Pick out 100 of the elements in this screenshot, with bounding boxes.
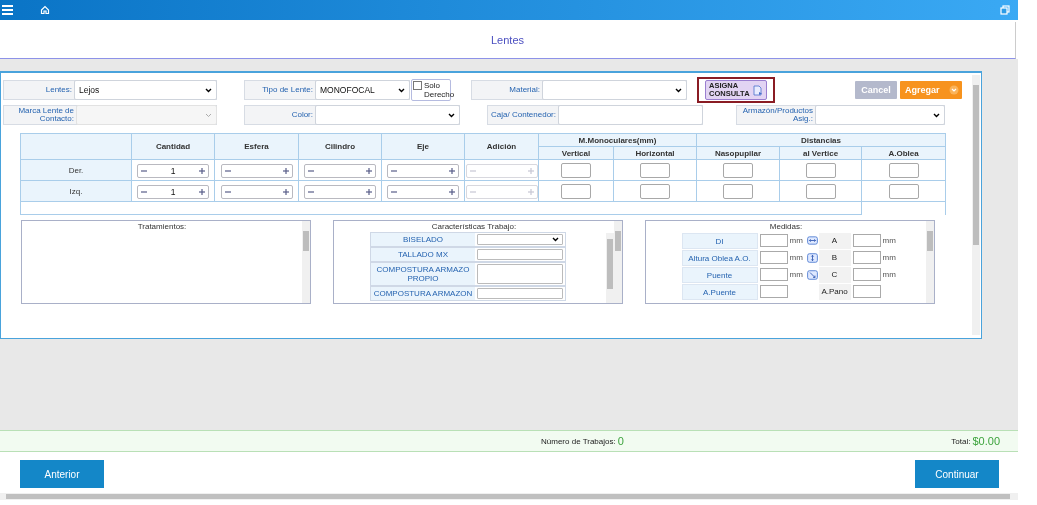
panel-title: Tratamientos: bbox=[137, 221, 187, 232]
select-field[interactable]: Lejos bbox=[74, 80, 217, 100]
input-field[interactable] bbox=[852, 285, 881, 298]
field-label: Armazón/Productos Asig.: bbox=[741, 106, 814, 124]
unit-label: mm bbox=[882, 270, 896, 279]
number-stepper[interactable]: 1 bbox=[137, 184, 209, 199]
column-group-header: M.Monoculares(mm) bbox=[538, 133, 697, 147]
plus-icon[interactable] bbox=[449, 188, 455, 195]
chevron-down-icon bbox=[205, 112, 212, 118]
plus-icon[interactable] bbox=[366, 188, 372, 195]
unit-label: mm bbox=[789, 253, 803, 262]
minus-icon[interactable] bbox=[391, 167, 397, 174]
input-field[interactable] bbox=[723, 184, 753, 200]
minus-icon[interactable] bbox=[308, 188, 314, 195]
unit-label: mm bbox=[789, 236, 803, 245]
scrollbar[interactable] bbox=[606, 233, 614, 303]
number-stepper[interactable] bbox=[304, 184, 376, 199]
vertical-arrows-icon bbox=[806, 252, 818, 263]
number-stepper[interactable] bbox=[220, 184, 293, 199]
select-field[interactable] bbox=[542, 80, 687, 100]
row-label: B bbox=[818, 249, 851, 266]
input-field[interactable] bbox=[640, 163, 670, 179]
row-label: BISELADO bbox=[371, 233, 475, 246]
chevron-down-icon bbox=[552, 237, 559, 242]
input-field[interactable] bbox=[852, 234, 881, 247]
minus-icon[interactable] bbox=[224, 188, 231, 195]
scrollbar[interactable] bbox=[972, 75, 980, 335]
input-field[interactable] bbox=[759, 234, 788, 247]
column-header: Adición bbox=[464, 133, 539, 160]
minus-icon[interactable] bbox=[308, 167, 314, 174]
jobs-count: 0 bbox=[617, 435, 624, 447]
plus-icon[interactable] bbox=[282, 167, 289, 174]
scrollbar[interactable] bbox=[302, 221, 310, 303]
caret-icon bbox=[949, 85, 959, 95]
horizontal-arrows-icon bbox=[806, 236, 818, 245]
select-field[interactable] bbox=[477, 234, 563, 245]
row-label: A bbox=[818, 232, 851, 249]
input-field[interactable] bbox=[561, 163, 591, 179]
row-label: COMPOSTURA ARMAZO PROPIO bbox=[371, 263, 475, 285]
input-field[interactable] bbox=[759, 251, 788, 264]
column-group-header: Distancias bbox=[696, 133, 946, 147]
home-icon[interactable] bbox=[40, 5, 50, 15]
field-label: Color: bbox=[290, 108, 314, 121]
plus-icon[interactable] bbox=[449, 167, 455, 174]
page-title: Lentes bbox=[491, 34, 524, 46]
row-label: C bbox=[818, 266, 851, 283]
number-stepper[interactable]: 1 bbox=[137, 163, 209, 178]
diagonal-arrow-icon bbox=[806, 269, 818, 280]
total-amount: $0.00 bbox=[972, 435, 1000, 447]
number-stepper[interactable] bbox=[304, 163, 376, 178]
input-field[interactable] bbox=[759, 285, 788, 298]
input-field[interactable] bbox=[723, 163, 753, 179]
nav-button[interactable]: Continuar bbox=[915, 460, 999, 488]
nav-button[interactable]: Anterior bbox=[20, 460, 104, 488]
input-field[interactable] bbox=[561, 184, 591, 200]
scrollbar[interactable] bbox=[926, 221, 934, 303]
minus-icon[interactable] bbox=[141, 188, 147, 195]
chevron-down-icon bbox=[675, 87, 682, 93]
unit-label: mm bbox=[882, 253, 896, 262]
input-field[interactable] bbox=[852, 268, 881, 281]
minus-icon[interactable] bbox=[224, 167, 231, 174]
input-field[interactable] bbox=[477, 249, 563, 260]
input-field[interactable] bbox=[759, 268, 788, 281]
row-label: Puente bbox=[681, 266, 758, 283]
scrollbar[interactable] bbox=[0, 493, 1018, 500]
chevron-down-icon bbox=[448, 112, 455, 118]
input-field[interactable] bbox=[640, 184, 670, 200]
input-field[interactable] bbox=[477, 288, 563, 299]
minus-icon[interactable] bbox=[141, 167, 147, 174]
input-field[interactable] bbox=[558, 105, 703, 125]
row-label: Altura Oblea A.O. bbox=[681, 249, 758, 266]
checkbox[interactable] bbox=[413, 81, 422, 90]
number-stepper[interactable] bbox=[387, 184, 459, 199]
plus-icon[interactable] bbox=[199, 188, 205, 195]
input-field[interactable] bbox=[888, 184, 919, 200]
plus-icon[interactable] bbox=[366, 167, 372, 174]
row-label: Izq. bbox=[20, 180, 132, 202]
plus-icon[interactable] bbox=[199, 167, 205, 174]
restore-window-icon[interactable] bbox=[1000, 5, 1010, 15]
minus-icon[interactable] bbox=[391, 188, 397, 195]
number-stepper[interactable] bbox=[220, 163, 293, 178]
number-stepper[interactable] bbox=[387, 163, 459, 178]
select-field[interactable] bbox=[815, 105, 945, 125]
select-field[interactable]: MONOFOCAL bbox=[315, 80, 410, 100]
input-field[interactable] bbox=[888, 163, 919, 179]
select-field[interactable] bbox=[315, 105, 460, 125]
menu-icon[interactable] bbox=[2, 5, 13, 15]
field-label: Lentes: bbox=[44, 83, 73, 96]
input-field[interactable] bbox=[805, 163, 836, 179]
row-label: DI bbox=[681, 232, 758, 249]
input-field[interactable] bbox=[477, 264, 563, 284]
field-label: Caja/ Contenedor: bbox=[490, 108, 557, 121]
plus-icon[interactable] bbox=[282, 188, 289, 195]
field-label: Tipo de Lente: bbox=[261, 83, 314, 96]
input-field[interactable] bbox=[852, 251, 881, 264]
column-header: Eje bbox=[381, 133, 465, 160]
panel-title: Medidas: bbox=[769, 221, 803, 232]
input-field[interactable] bbox=[805, 184, 836, 200]
scrollbar[interactable] bbox=[614, 221, 622, 303]
row-label: A.Pano bbox=[818, 283, 851, 300]
